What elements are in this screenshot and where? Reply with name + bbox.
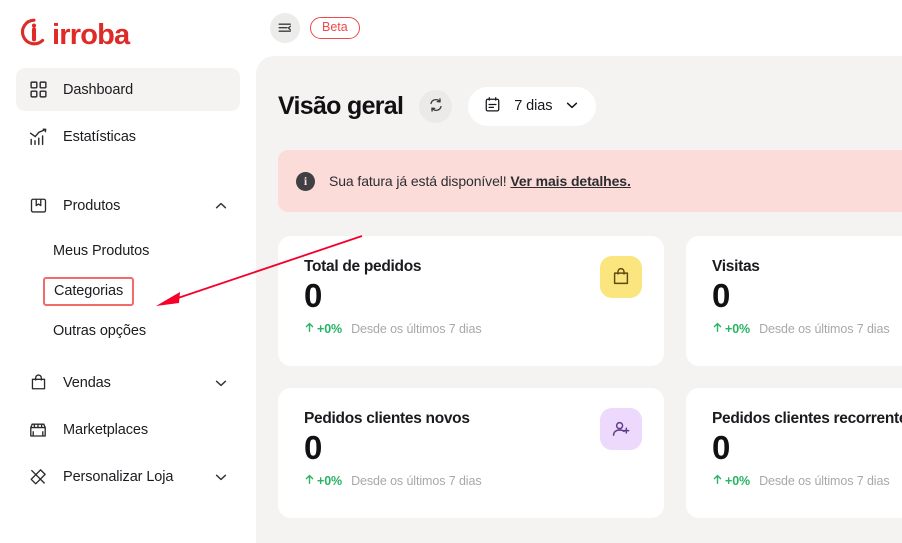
date-range-picker[interactable]: 7 dias xyxy=(468,86,597,126)
stat-card-period: Desde os últimos 7 dias xyxy=(759,321,890,336)
sidebar-subitem-label: Categorias xyxy=(43,276,135,306)
stat-card-delta-value: +0% xyxy=(725,321,751,336)
stat-card-title: Visitas xyxy=(712,258,760,275)
main-area: Beta Visão geral 7 dias i Sua fatura já … xyxy=(256,0,902,543)
page-header: Visão geral 7 dias xyxy=(278,84,902,128)
stat-card-period: Desde os últimos 7 dias xyxy=(759,473,890,488)
invoice-alert-banner: i Sua fatura já está disponível! Ver mai… xyxy=(278,150,902,212)
stat-card-period: Desde os últimos 7 dias xyxy=(351,321,482,336)
stat-card-value: 0 xyxy=(304,429,322,467)
grid-icon xyxy=(28,80,48,100)
storefront-icon xyxy=(28,420,48,440)
calendar-icon xyxy=(484,96,501,116)
box-icon xyxy=(28,196,48,216)
stat-card-title: Total de pedidos xyxy=(304,258,422,275)
sidebar-item-dashboard[interactable]: Dashboard xyxy=(16,68,240,111)
sidebar-item-label: Produtos xyxy=(63,197,121,214)
brush-icon xyxy=(28,467,48,487)
stat-card-footer: +0% Desde os últimos 7 dias xyxy=(304,474,642,488)
chevron-down-icon[interactable] xyxy=(214,376,228,390)
stat-card-title: Pedidos clientes novos xyxy=(304,410,470,427)
stat-card-value: 0 xyxy=(712,277,730,315)
arrow-up-icon xyxy=(712,322,723,336)
stat-card-footer: +0% Desde os últimos 7 dias xyxy=(712,474,902,488)
refresh-icon xyxy=(428,97,444,116)
sidebar-subitem-label: Outras opções xyxy=(53,323,146,339)
stat-card-footer: +0% Desde os últimos 7 dias xyxy=(304,322,642,336)
stat-card-delta-value: +0% xyxy=(725,473,751,488)
sidebar-item-label: Estatísticas xyxy=(63,128,136,145)
stat-card-delta-value: +0% xyxy=(317,473,343,488)
stat-card-delta: +0% xyxy=(304,474,342,488)
stat-card-pedidos-clientes-recorrentes[interactable]: Pedidos clientes recorrentes 0 +0% Desde… xyxy=(686,388,902,518)
sidebar-subitem-categorias[interactable]: Categorias xyxy=(16,271,240,311)
irroba-logo-mark-icon xyxy=(19,17,49,52)
dashboard-page: irroba Dashboard Estatísticas Produtos M… xyxy=(0,0,902,543)
arrow-up-icon xyxy=(304,474,315,488)
sidebar-subitem-outras-opcoes[interactable]: Outras opções xyxy=(16,311,240,351)
stat-card-total-pedidos[interactable]: Total de pedidos 0 +0% Desde os últimos … xyxy=(278,236,664,366)
stat-card-delta: +0% xyxy=(712,322,750,336)
stat-card-value: 0 xyxy=(712,429,730,467)
sidebar-item-produtos[interactable]: Produtos xyxy=(16,184,240,227)
topbar: Beta xyxy=(256,0,902,56)
stat-card-visitas[interactable]: Visitas 0 +0% Desde os últimos 7 dias xyxy=(686,236,902,366)
sidebar-item-label: Personalizar Loja xyxy=(63,468,174,485)
stat-card-pedidos-clientes-novos[interactable]: Pedidos clientes novos 0 +0% Desde os úl… xyxy=(278,388,664,518)
bag-icon xyxy=(28,373,48,393)
chart-icon xyxy=(28,127,48,147)
menu-collapse-icon[interactable] xyxy=(270,13,300,43)
stat-card-period: Desde os últimos 7 dias xyxy=(351,473,482,488)
sidebar-item-estatisticas[interactable]: Estatísticas xyxy=(16,115,240,158)
arrow-up-icon xyxy=(712,474,723,488)
sidebar-item-label: Dashboard xyxy=(63,81,134,98)
chevron-down-icon xyxy=(565,98,579,115)
sidebar-subitem-label: Meus Produtos xyxy=(53,243,150,259)
sidebar-nav: Dashboard Estatísticas Produtos Meus Pro… xyxy=(0,68,256,498)
shopping-bag-icon xyxy=(600,256,642,298)
chevron-up-icon[interactable] xyxy=(214,199,228,213)
stat-card-title: Pedidos clientes recorrentes xyxy=(712,410,902,427)
info-icon: i xyxy=(296,171,315,191)
stat-card-footer: +0% Desde os últimos 7 dias xyxy=(712,322,902,336)
content-panel: Visão geral 7 dias i Sua fatura já está … xyxy=(256,56,902,543)
brand-name: irroba xyxy=(52,18,130,51)
sidebar-item-marketplaces[interactable]: Marketplaces xyxy=(16,408,240,451)
sidebar: irroba Dashboard Estatísticas Produtos M… xyxy=(0,0,256,543)
sidebar-subitem-meus-produtos[interactable]: Meus Produtos xyxy=(16,231,240,271)
brand[interactable]: irroba xyxy=(0,0,256,68)
stat-card-delta: +0% xyxy=(304,322,342,336)
stat-card-value: 0 xyxy=(304,277,322,315)
alert-link[interactable]: Ver mais detalhes. xyxy=(510,173,630,189)
sidebar-item-label: Vendas xyxy=(63,374,111,391)
sidebar-item-vendas[interactable]: Vendas xyxy=(16,361,240,404)
page-title: Visão geral xyxy=(278,91,404,120)
date-range-value: 7 dias xyxy=(514,98,553,114)
arrow-up-icon xyxy=(304,322,315,336)
sidebar-item-label: Marketplaces xyxy=(63,421,149,438)
sidebar-item-personalizar-loja[interactable]: Personalizar Loja xyxy=(16,455,240,498)
chevron-down-icon[interactable] xyxy=(214,470,228,484)
alert-text: Sua fatura já está disponível! xyxy=(329,173,507,189)
beta-badge[interactable]: Beta xyxy=(310,17,360,39)
user-plus-icon xyxy=(600,408,642,450)
stat-cards-grid: Total de pedidos 0 +0% Desde os últimos … xyxy=(278,236,902,518)
alert-message: Sua fatura já está disponível! Ver mais … xyxy=(329,173,631,189)
stat-card-delta-value: +0% xyxy=(317,321,343,336)
stat-card-delta: +0% xyxy=(712,474,750,488)
refresh-button[interactable] xyxy=(419,89,453,123)
